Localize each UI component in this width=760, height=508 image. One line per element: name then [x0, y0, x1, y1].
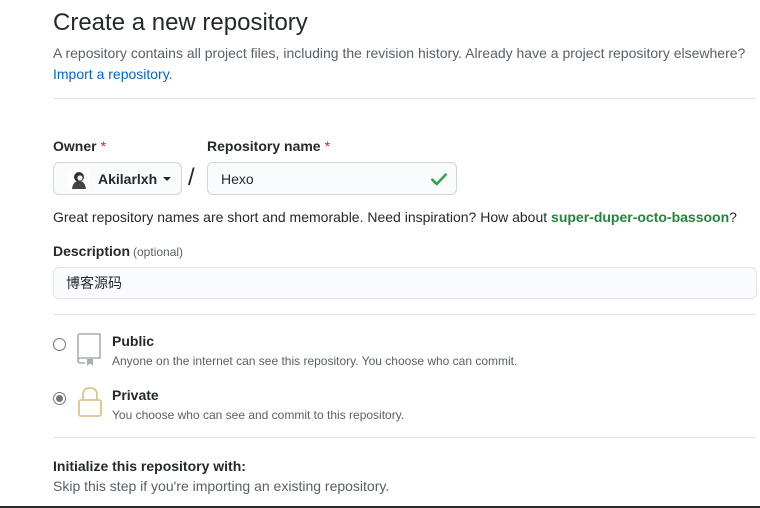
private-radio[interactable] [53, 392, 66, 405]
public-title: Public [112, 333, 155, 349]
repository-name-label: Repository name * [207, 138, 330, 154]
private-description: You choose who can see and commit to thi… [112, 408, 405, 422]
header-divider [53, 98, 756, 99]
repository-name-required-mark: * [324, 138, 331, 154]
repository-name-label-text: Repository name [207, 138, 321, 154]
private-title: Private [112, 387, 159, 403]
description-label-text: Description [53, 243, 131, 259]
check-icon [431, 173, 447, 186]
owner-required-mark: * [100, 138, 107, 154]
visibility-divider [53, 437, 756, 438]
description-divider [53, 314, 756, 315]
owner-dropdown-button[interactable]: Akilarlxh [53, 162, 182, 195]
description-input[interactable] [53, 267, 757, 299]
description-optional-hint: (optional) [133, 245, 184, 259]
initialize-title: Initialize this repository with: [53, 458, 246, 474]
import-repository-link[interactable]: Import a repository. [53, 64, 173, 85]
page-subtitle: A repository contains all project files,… [53, 45, 746, 61]
initialize-description: Skip this step if you're importing an ex… [53, 478, 390, 494]
lock-icon [78, 387, 102, 417]
owner-name: Akilarlxh [98, 170, 158, 187]
repository-name-input[interactable] [207, 162, 457, 195]
suggested-name-link[interactable]: super-duper-octo-bassoon [551, 209, 729, 225]
public-radio[interactable] [53, 338, 66, 351]
name-inspiration-text: Great repository names are short and mem… [53, 207, 737, 227]
chevron-down-icon [163, 176, 172, 181]
public-description: Anyone on the internet can see this repo… [112, 354, 518, 368]
description-label: Description (optional) [53, 243, 183, 259]
owner-repo-separator: / [188, 164, 195, 191]
inspiration-text: Great repository names are short and mem… [53, 209, 548, 225]
avatar [69, 168, 89, 189]
page-title: Create a new repository [53, 9, 308, 36]
owner-label: Owner * [53, 138, 106, 154]
owner-label-text: Owner [53, 138, 97, 154]
inspiration-suffix: ? [729, 209, 737, 225]
repo-icon [77, 333, 101, 366]
